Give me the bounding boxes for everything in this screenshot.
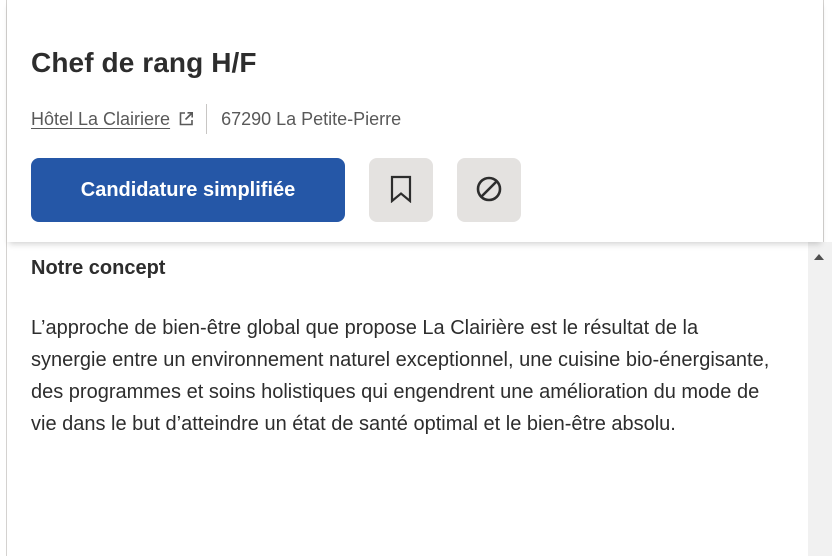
description-text: L’approche de bien-être global que propo… <box>31 317 770 435</box>
job-title: Chef de rang H/F <box>31 47 257 78</box>
scrollbar[interactable] <box>808 242 832 556</box>
save-job-button[interactable] <box>369 158 433 222</box>
divider <box>206 104 208 134</box>
section-title: Notre concept <box>31 257 166 279</box>
not-interested-icon <box>475 175 503 206</box>
scroll-up-arrow-icon[interactable] <box>814 254 824 260</box>
job-location: 67290 La Petite-Pierre <box>221 108 402 129</box>
job-header: Chef de rang H/F Hôtel La Clairiere 6729… <box>7 0 823 242</box>
company-name[interactable]: Hôtel La Clairiere <box>31 109 170 130</box>
job-details-panel: Chef de rang H/F Hôtel La Clairiere 6729… <box>6 0 824 556</box>
bookmark-icon <box>389 175 413 206</box>
company-link[interactable]: Hôtel La Clairiere <box>31 109 194 130</box>
not-interested-button[interactable] <box>457 158 521 222</box>
external-link-icon[interactable] <box>178 111 194 127</box>
job-description: Notre concept L’approche de bien-être gl… <box>7 242 799 556</box>
apply-button[interactable]: Candidature simplifiée <box>31 158 345 222</box>
company-location-row: Hôtel La Clairiere 67290 La Petite-Pierr… <box>31 104 401 134</box>
